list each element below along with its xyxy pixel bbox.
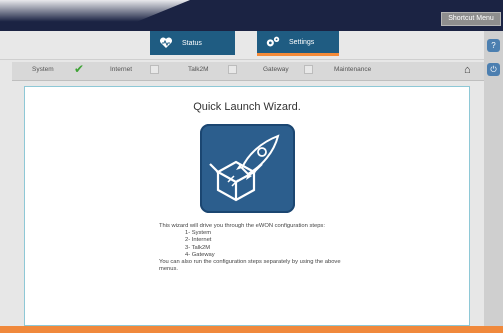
step-talk2m[interactable]: Talk2M <box>188 66 209 73</box>
heart-icon <box>158 35 174 51</box>
main-tabs: Status Settings <box>0 31 484 60</box>
wizard-panel: Quick Launch Wizard. This wizard will dr… <box>24 86 470 326</box>
wizard-outro: You can also run the configuration steps… <box>159 259 341 273</box>
wizard-step-bar: System ✔ Internet Talk2M Gateway Mainten… <box>12 62 484 81</box>
power-icon[interactable]: ⏻ <box>487 63 500 76</box>
step-system[interactable]: System <box>32 66 54 73</box>
footer-bar <box>0 326 503 333</box>
help-icon[interactable]: ? <box>487 39 500 52</box>
list-item: 2- Internet <box>185 237 212 244</box>
wizard-steps-list: 1- System 2- Internet 3- Talk2M 4- Gatew… <box>159 230 349 259</box>
tab-settings-label: Settings <box>289 38 315 46</box>
tab-status-label: Status <box>182 39 202 47</box>
tab-settings[interactable]: Settings <box>257 31 339 56</box>
step-gateway-checkbox <box>304 65 313 74</box>
tab-status[interactable]: Status <box>150 31 235 55</box>
right-rail: ? ⏻ <box>484 31 503 333</box>
list-item: 4- Gateway <box>185 251 215 258</box>
check-icon: ✔ <box>74 62 85 76</box>
step-talk2m-checkbox <box>228 65 237 74</box>
gears-icon <box>265 34 281 50</box>
top-header: Shortcut Menu <box>0 0 503 31</box>
home-icon[interactable]: ⌂ <box>464 63 471 77</box>
launch-wizard-rocket-icon[interactable] <box>200 124 295 213</box>
wizard-description: This wizard will drive you through the e… <box>159 223 349 273</box>
list-item: 1- System <box>185 230 212 237</box>
wizard-intro: This wizard will drive you through the e… <box>159 223 325 229</box>
step-internet-checkbox <box>150 65 159 74</box>
step-internet[interactable]: Internet <box>110 66 132 73</box>
wizard-title: Quick Launch Wizard. <box>193 101 301 113</box>
shortcut-menu-button[interactable]: Shortcut Menu <box>441 12 501 26</box>
list-item: 3- Talk2M <box>185 244 211 251</box>
step-maintenance[interactable]: Maintenance <box>334 66 371 73</box>
step-gateway[interactable]: Gateway <box>263 66 289 73</box>
